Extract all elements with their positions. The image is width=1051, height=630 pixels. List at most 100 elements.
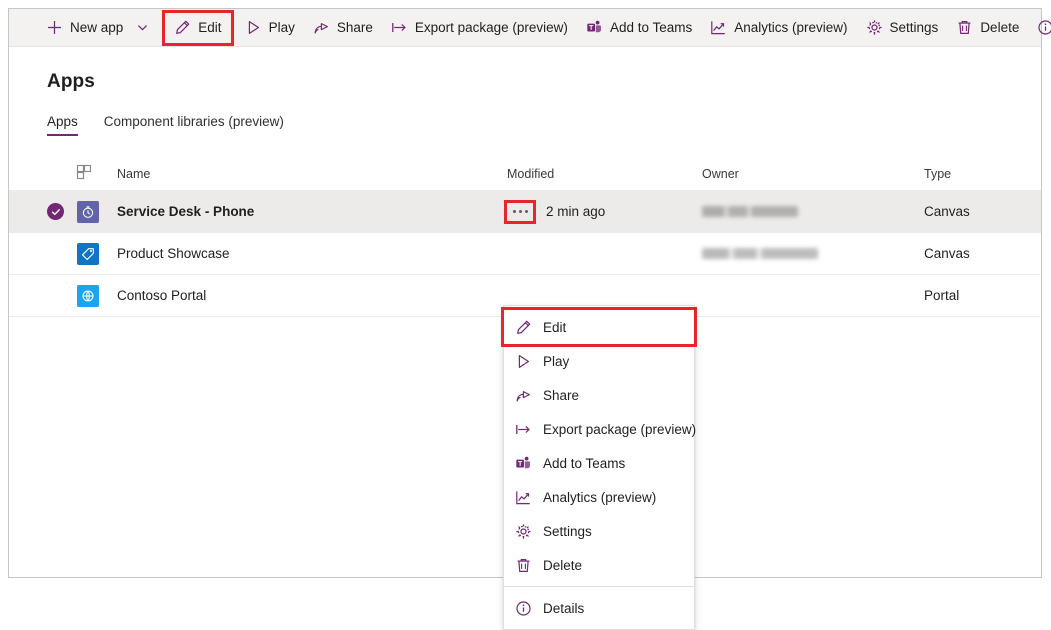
menu-divider: [504, 586, 694, 587]
table-row[interactable]: Service Desk - Phone 2 min ago Canvas: [9, 191, 1041, 233]
analytics-icon: [710, 19, 727, 36]
export-icon: [391, 19, 408, 36]
trash-icon: [956, 19, 973, 36]
row-type-cell: Canvas: [924, 204, 1024, 219]
menu-item-analytics-preview[interactable]: Analytics (preview): [504, 480, 694, 514]
toolbar-button-label: Add to Teams: [610, 20, 692, 35]
tab-label: Component libraries (preview): [104, 114, 284, 129]
row-name-cell[interactable]: Product Showcase: [117, 246, 507, 261]
menu-item-label: Edit: [543, 320, 566, 335]
toolbar-button-play[interactable]: Play: [236, 13, 304, 43]
row-modified: 2 min ago: [546, 204, 605, 219]
toolbar-button-label: Export package (preview): [415, 20, 568, 35]
row-type: Canvas: [924, 246, 970, 261]
play-icon: [245, 19, 262, 36]
row-type-cell: Canvas: [924, 246, 1024, 261]
menu-item-label: Delete: [543, 558, 582, 573]
pencil-icon: [174, 19, 191, 36]
owner-redacted: [702, 206, 798, 217]
menu-item-label: Play: [543, 354, 569, 369]
menu-item-label: Share: [543, 388, 579, 403]
tab-apps[interactable]: Apps: [47, 114, 78, 136]
menu-item-share[interactable]: Share: [504, 378, 694, 412]
toolbar-button-edit[interactable]: Edit: [165, 13, 230, 43]
menu-item-edit[interactable]: Edit: [504, 310, 694, 344]
column-options-icon: [77, 165, 92, 183]
tab-label: Apps: [47, 114, 78, 129]
toolbar-button-export-package-preview[interactable]: Export package (preview): [382, 13, 577, 43]
toolbar-button-settings[interactable]: Settings: [857, 13, 948, 43]
menu-item-play[interactable]: Play: [504, 344, 694, 378]
menu-item-add-to-teams[interactable]: Add to Teams: [504, 446, 694, 480]
toolbar-button-label: Analytics (preview): [734, 20, 847, 35]
toolbar-button-label: Settings: [890, 20, 939, 35]
row-app-icon-cell: [77, 201, 117, 223]
row-name: Service Desk - Phone: [117, 204, 254, 219]
toolbar-button-add-to-teams[interactable]: Add to Teams: [577, 13, 701, 43]
analytics-icon: [515, 489, 532, 506]
row-select-cell[interactable]: [47, 203, 77, 220]
owner-redacted: [702, 248, 818, 259]
menu-item-details[interactable]: Details: [504, 591, 694, 625]
row-type: Portal: [924, 288, 959, 303]
row-name-cell[interactable]: Service Desk - Phone: [117, 204, 507, 219]
toolbar-button-new-app[interactable]: New app: [37, 13, 160, 43]
share-icon: [313, 19, 330, 36]
row-name-cell[interactable]: Contoso Portal: [117, 288, 507, 303]
trash-icon: [515, 557, 532, 574]
ellipsis-dot: [513, 210, 516, 213]
menu-item-label: Add to Teams: [543, 456, 625, 471]
row-type-cell: Portal: [924, 288, 1024, 303]
header-modified[interactable]: Modified: [507, 167, 702, 181]
gear-icon: [515, 523, 532, 540]
menu-item-export-package-preview[interactable]: Export package (preview): [504, 412, 694, 446]
table-row[interactable]: Product Showcase Canvas: [9, 233, 1041, 275]
toolbar-button-share[interactable]: Share: [304, 13, 382, 43]
toolbar-button-label: Share: [337, 20, 373, 35]
plus-icon: [46, 19, 63, 36]
tab-list: Apps Component libraries (preview): [9, 93, 1041, 136]
toolbar-button-label: New app: [70, 20, 123, 35]
gear-icon: [866, 19, 883, 36]
row-name: Product Showcase: [117, 246, 230, 261]
toolbar-button-label: Delete: [980, 20, 1019, 35]
row-context-menu: Edit Play Share Export package (preview) Add…: [503, 305, 695, 630]
row-app-icon-cell: [77, 243, 117, 265]
menu-item-settings[interactable]: Settings: [504, 514, 694, 548]
row-owner-cell: [702, 248, 924, 259]
row-selected-check-icon[interactable]: [47, 203, 64, 220]
toolbar-button-delete[interactable]: Delete: [947, 13, 1028, 43]
ellipsis-dot: [525, 210, 528, 213]
menu-item-label: Details: [543, 601, 584, 616]
stopwatch-icon: [77, 201, 99, 223]
row-owner-cell: [702, 206, 924, 217]
row-type: Canvas: [924, 204, 970, 219]
command-bar: New app Edit Play Share Export package (prev…: [9, 9, 1041, 47]
menu-item-label: Analytics (preview): [543, 490, 656, 505]
apps-table: Name Modified Owner Type Service Desk - …: [9, 157, 1041, 317]
toolbar-button-details[interactable]: Details: [1028, 13, 1051, 43]
teams-icon: [515, 455, 532, 472]
column-options-button[interactable]: [77, 165, 117, 183]
toolbar-button-analytics-preview[interactable]: Analytics (preview): [701, 13, 856, 43]
export-icon: [515, 421, 532, 438]
table-body: Service Desk - Phone 2 min ago Canvas Pro…: [9, 191, 1041, 317]
app-window: New app Edit Play Share Export package (prev…: [8, 8, 1042, 578]
menu-item-label: Settings: [543, 524, 592, 539]
toolbar-button-label: Play: [269, 20, 295, 35]
header-type[interactable]: Type: [924, 167, 1024, 181]
header-name[interactable]: Name: [117, 167, 507, 181]
ellipsis-dot: [519, 210, 522, 213]
share-icon: [515, 387, 532, 404]
row-name: Contoso Portal: [117, 288, 206, 303]
pencil-icon: [515, 319, 532, 336]
globe-icon: [77, 285, 99, 307]
info-icon: [515, 600, 532, 617]
row-more-actions-button[interactable]: [507, 203, 533, 221]
header-owner[interactable]: Owner: [702, 167, 924, 181]
teams-icon: [586, 19, 603, 36]
chevron-down-icon[interactable]: [134, 19, 151, 36]
table-header: Name Modified Owner Type: [9, 157, 1041, 191]
tab-component-libraries-preview[interactable]: Component libraries (preview): [104, 114, 284, 136]
menu-item-delete[interactable]: Delete: [504, 548, 694, 582]
